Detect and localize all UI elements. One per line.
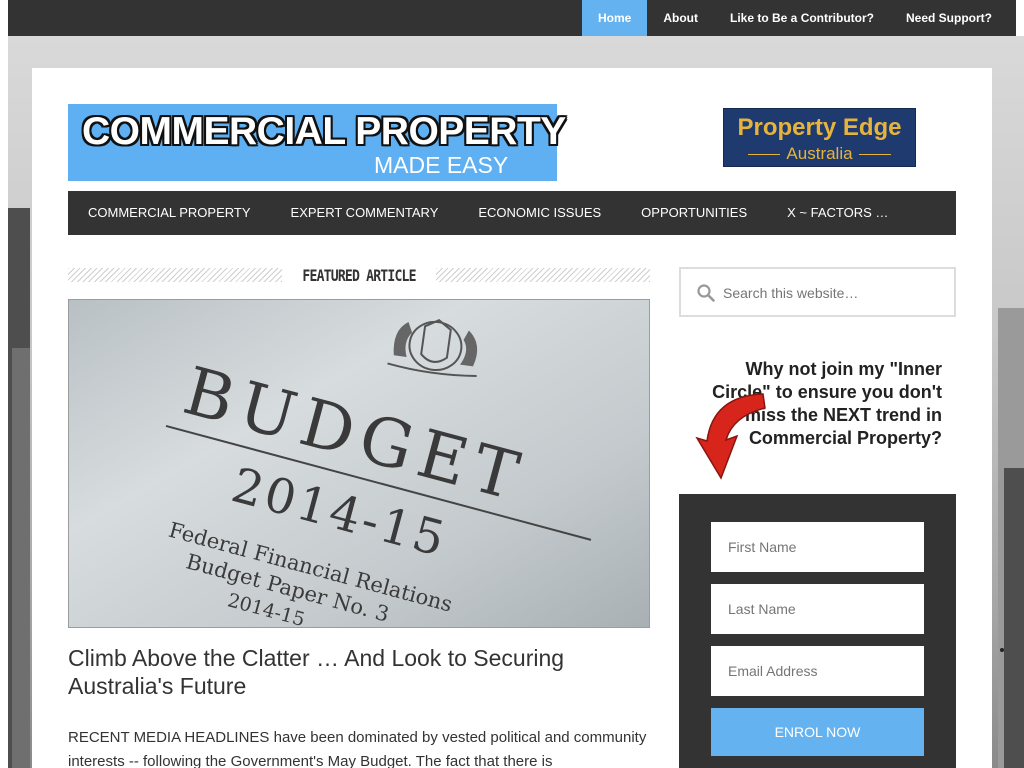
top-bar: Home About Like to Be a Contributor? Nee… xyxy=(8,0,1016,36)
enrol-now-button[interactable]: ENROL NOW xyxy=(711,708,924,756)
banner-title: Property Edge xyxy=(737,114,902,141)
site-logo[interactable]: COMMERCIAL PROPERTY MADE EASY xyxy=(68,104,566,181)
coat-of-arms-icon xyxy=(387,319,478,377)
logo-subtitle: MADE EASY xyxy=(374,152,509,178)
top-navigation: Home About Like to Be a Contributor? Nee… xyxy=(582,0,1008,36)
article-excerpt: RECENT MEDIA HEADLINES have been dominat… xyxy=(68,729,647,768)
nav-commercial-property[interactable]: COMMERCIAL PROPERTY xyxy=(68,191,271,235)
signup-form: ENROL NOW xyxy=(679,494,956,768)
topnav-home-link[interactable]: Home xyxy=(582,0,648,36)
red-arrow-icon xyxy=(695,393,766,480)
nav-opportunities[interactable]: OPPORTUNITIES xyxy=(621,191,767,235)
search-input[interactable] xyxy=(723,281,943,305)
logo-title: COMMERCIAL PROPERTY xyxy=(82,110,566,153)
topnav-contributor-link[interactable]: Like to Be a Contributor? xyxy=(714,0,890,36)
site-container: COMMERCIAL PROPERTY MADE EASY Property E… xyxy=(32,68,992,768)
last-name-field[interactable] xyxy=(711,584,924,634)
banner-subtitle: Australia xyxy=(724,144,915,164)
email-field[interactable] xyxy=(711,646,924,696)
search-icon[interactable] xyxy=(697,284,715,302)
nav-economic-issues[interactable]: ECONOMIC ISSUES xyxy=(458,191,621,235)
inner-circle-promo: Why not join my "Inner Circle" to ensure… xyxy=(679,348,956,488)
heading-stripes-right xyxy=(436,268,650,282)
featured-label: FEATURED ARTICLE xyxy=(302,265,416,285)
main-navigation: COMMERCIAL PROPERTY EXPERT COMMENTARY EC… xyxy=(68,191,956,235)
nav-expert-commentary[interactable]: EXPERT COMMENTARY xyxy=(271,191,459,235)
property-edge-banner[interactable]: Property Edge Australia xyxy=(723,108,916,167)
topnav-support-link[interactable]: Need Support? xyxy=(890,0,1008,36)
topnav-about-link[interactable]: About xyxy=(647,0,714,36)
featured-section-heading: FEATURED ARTICLE xyxy=(68,265,650,285)
background-dot xyxy=(1000,648,1004,652)
search-form xyxy=(679,267,956,317)
budget-cover-text: BUDGET 2014-15 Federal Financial Relatio… xyxy=(117,340,649,627)
article-title-link[interactable]: Climb Above the Clatter … And Look to Se… xyxy=(68,644,650,700)
featured-article-image[interactable]: BUDGET 2014-15 Federal Financial Relatio… xyxy=(68,299,650,628)
nav-x-factors[interactable]: X ~ FACTORS … xyxy=(767,191,908,235)
heading-stripes-left xyxy=(68,268,282,282)
first-name-field[interactable] xyxy=(711,522,924,572)
